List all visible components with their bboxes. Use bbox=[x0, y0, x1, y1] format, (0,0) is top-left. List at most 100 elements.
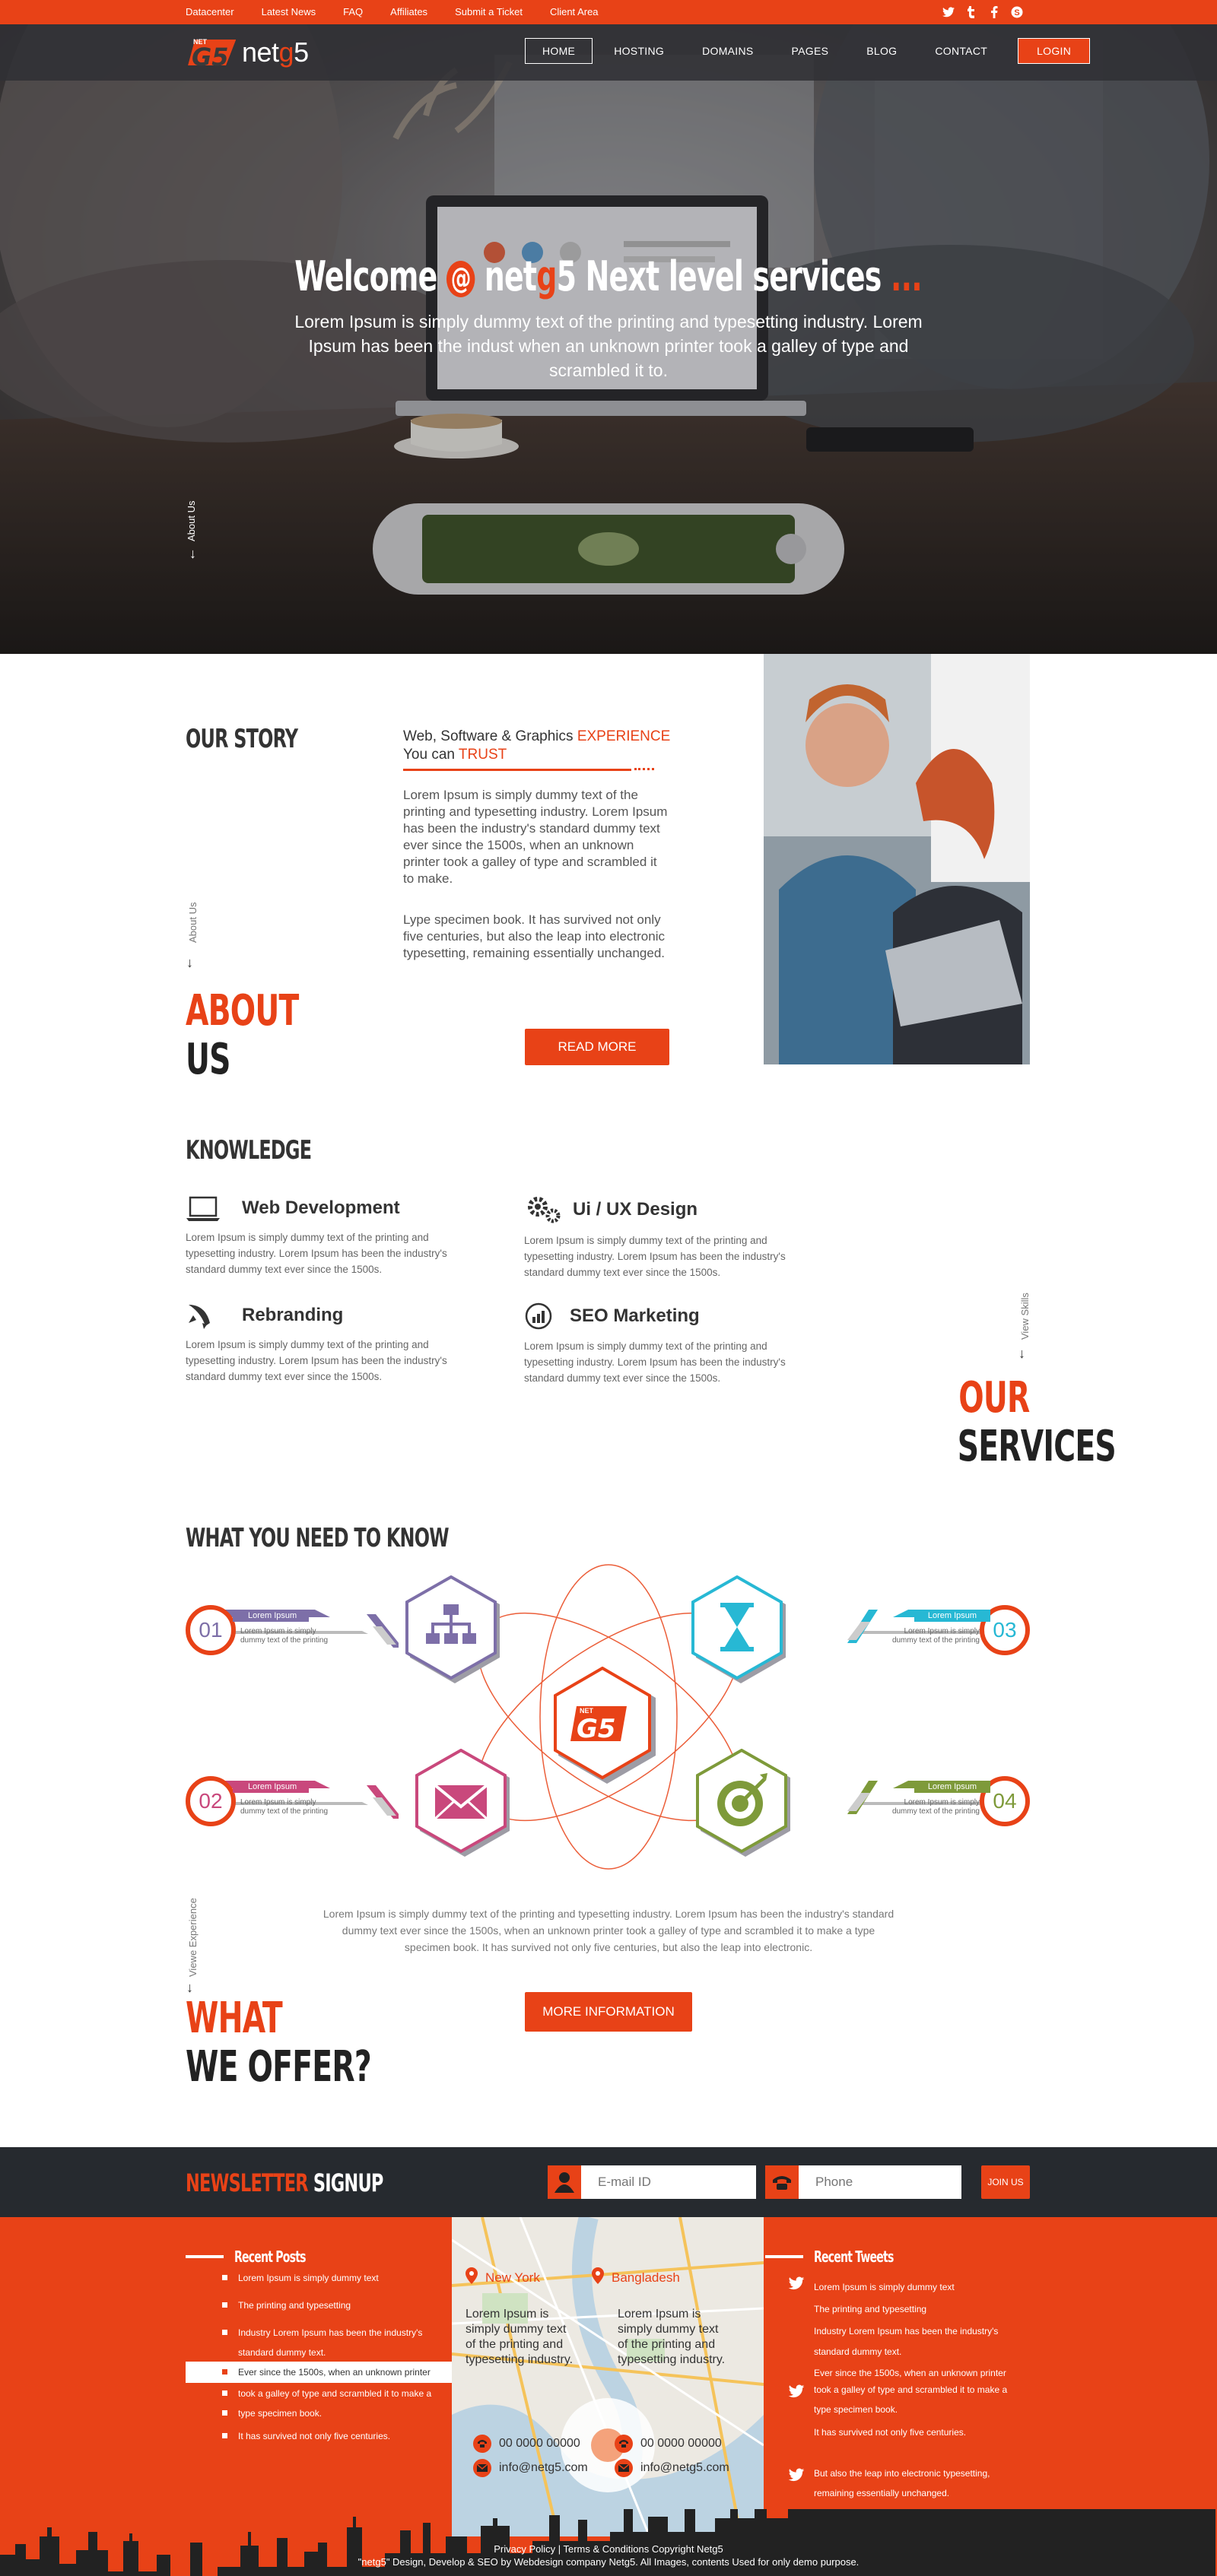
recent-posts-heading: Recent Posts bbox=[186, 2248, 326, 2266]
nav-pages[interactable]: PAGES bbox=[775, 38, 846, 64]
nav-blog[interactable]: BLOG bbox=[850, 38, 914, 64]
hex-hourglass[interactable] bbox=[691, 1575, 790, 1686]
hex-envelope[interactable] bbox=[415, 1748, 514, 1860]
tweet-line: It has survived not only five centuries. bbox=[814, 2427, 967, 2438]
knowledge-item-header: Rebranding bbox=[186, 1302, 452, 1329]
nav-hosting[interactable]: HOSTING bbox=[597, 38, 681, 64]
tumblr-icon[interactable] bbox=[964, 5, 978, 19]
twitter-icon[interactable] bbox=[942, 5, 955, 19]
tweet-text: Lorem Ipsum is simply dummy text The pri… bbox=[788, 2275, 1031, 2386]
map-pin-icon bbox=[466, 2267, 478, 2288]
post-item[interactable]: The printing and typesetting bbox=[186, 2290, 452, 2317]
offer-heading-text: WHAT YOU NEED TO KNOW bbox=[186, 1523, 450, 1553]
hero-title-dots: ... bbox=[891, 252, 923, 300]
copyright: Privacy Policy | Terms & Conditions Copy… bbox=[0, 2543, 1217, 2568]
recent-tweets-heading: Recent Tweets bbox=[765, 2248, 916, 2266]
logo[interactable]: NET G5 netg5 bbox=[186, 33, 309, 71]
ny-email-text: info@netg5.com bbox=[499, 2461, 588, 2474]
email-field-group bbox=[548, 2165, 756, 2199]
tweet-line: Industry Lorem Ipsum has been the indust… bbox=[814, 2326, 999, 2336]
logo-text: netg5 bbox=[242, 36, 309, 68]
offer-big-a: WHAT bbox=[186, 1994, 283, 2043]
logo-text-highlight: g bbox=[278, 36, 294, 68]
feature-badge-03[interactable]: 03 Lorem Ipsum Lorem Ipsum is simply dum… bbox=[847, 1605, 1030, 1658]
badge-label: Lorem Ipsum bbox=[233, 1781, 309, 1793]
badge-label: Lorem Ipsum bbox=[914, 1610, 990, 1622]
read-more-button[interactable]: READ MORE bbox=[525, 1029, 669, 1065]
seo-chart-icon bbox=[525, 1302, 552, 1330]
main-nav: NET G5 netg5 HOME HOSTING DOMAINS PAGES … bbox=[0, 24, 1217, 81]
contact-map[interactable]: New York Lorem Ipsum is simply dummy tex… bbox=[452, 2217, 764, 2536]
hero-title-brand: net bbox=[485, 252, 537, 300]
top-link-latest-news[interactable]: Latest News bbox=[262, 6, 316, 17]
hex-sitemap[interactable] bbox=[405, 1575, 504, 1686]
story-side-label: About Us bbox=[187, 902, 199, 943]
top-link-affiliates[interactable]: Affiliates bbox=[390, 6, 427, 17]
hex-target[interactable] bbox=[696, 1748, 795, 1860]
feature-badge-04[interactable]: 04 Lorem Ipsum Lorem Ipsum is simply dum… bbox=[847, 1776, 1030, 1829]
post-item[interactable]: Lorem Ipsum is simply dummy text bbox=[186, 2266, 452, 2290]
arrow-down-icon: ↓ bbox=[189, 546, 196, 561]
story-heading-text: OUR STORY bbox=[186, 724, 298, 754]
top-link-faq[interactable]: FAQ bbox=[343, 6, 363, 17]
newsletter-title: NEWSLETTER SIGNUP bbox=[186, 2168, 439, 2197]
tweet-item[interactable]: But also the leap into electronic typese… bbox=[788, 2462, 1031, 2501]
twitter-bird-icon bbox=[788, 2276, 805, 2294]
badge-number: 01 bbox=[186, 1605, 236, 1655]
hero-title-rest: 5 Next level services bbox=[557, 252, 882, 300]
g5-logo-icon: NETG5 bbox=[570, 1706, 627, 1744]
skills-side-label-wrap[interactable]: View Skills ↓ bbox=[1018, 1293, 1066, 1361]
copyright-links[interactable]: Privacy Policy | Terms & Conditions Copy… bbox=[0, 2543, 1217, 2555]
footer: Recent Posts Lorem Ipsum is simply dummy… bbox=[0, 2217, 1217, 2576]
newsletter-title-b: SIGNUP bbox=[307, 2168, 384, 2197]
top-link-datacenter[interactable]: Datacenter bbox=[186, 6, 234, 17]
top-link-submit-ticket[interactable]: Submit a Ticket bbox=[455, 6, 523, 17]
post-item-active[interactable]: Ever since the 1500s, when an unknown pr… bbox=[186, 2362, 452, 2383]
nav-home[interactable]: HOME bbox=[525, 38, 593, 64]
offer-side-label-wrap[interactable]: Viewe Experience ↓ bbox=[186, 1898, 266, 1995]
story-side-label-wrap[interactable]: About Us ↓ bbox=[186, 903, 227, 970]
knowledge-item: Web Development Lorem Ipsum is simply du… bbox=[186, 1194, 452, 1277]
envelope-icon bbox=[434, 1784, 488, 1820]
nav-menu: HOME HOSTING DOMAINS PAGES BLOG CONTACT … bbox=[520, 38, 1091, 64]
knowledge-item-text: Lorem Ipsum is simply dummy text of the … bbox=[186, 1232, 447, 1275]
top-link-client-area[interactable]: Client Area bbox=[550, 6, 599, 17]
ny-email[interactable]: info@netg5.com bbox=[473, 2459, 588, 2477]
phone-input[interactable] bbox=[799, 2165, 961, 2199]
post-item[interactable]: It has survived not only five centuries. bbox=[186, 2425, 452, 2448]
story-tag-a: Web, Software & Graphics bbox=[403, 728, 577, 744]
knowledge-item-header: Ui / UX Design bbox=[524, 1194, 790, 1225]
social-links: S bbox=[942, 5, 1024, 19]
logo-text-prefix: net bbox=[242, 36, 279, 68]
post-item[interactable]: standard dummy text. bbox=[186, 2345, 452, 2362]
email-input[interactable] bbox=[581, 2165, 756, 2199]
offer-side-label: Viewe Experience bbox=[187, 1898, 199, 1977]
hero-title-brand-g: g bbox=[536, 252, 558, 300]
skype-icon[interactable]: S bbox=[1010, 5, 1024, 19]
about-big-b: US bbox=[186, 1035, 230, 1084]
post-item[interactable]: took a galley of type and scrambled it t… bbox=[186, 2383, 452, 2406]
facebook-icon[interactable] bbox=[987, 5, 1001, 19]
knowledge-heading-text: KNOWLEDGE bbox=[186, 1135, 312, 1166]
tweet-item[interactable]: took a galley of type and scrambled it t… bbox=[788, 2378, 1031, 2447]
hero-title: Welcome @ netg5 Next level services ... bbox=[0, 252, 1217, 300]
login-button[interactable]: LOGIN bbox=[1018, 38, 1091, 64]
join-us-button[interactable]: JOIN US bbox=[981, 2165, 1030, 2199]
knowledge-item-header: SEO Marketing bbox=[524, 1302, 790, 1331]
badge-desc: Lorem Ipsum is simply dummy text of the … bbox=[240, 1627, 329, 1645]
tweet-item[interactable]: Lorem Ipsum is simply dummy text The pri… bbox=[788, 2275, 1031, 2386]
about-us-big-title: ABOUT US bbox=[186, 990, 330, 1090]
map-pin-icon bbox=[592, 2267, 604, 2288]
hero-side-label-wrap[interactable]: About Us ↓ bbox=[186, 501, 226, 561]
knowledge-item: Rebranding Lorem Ipsum is simply dummy t… bbox=[186, 1302, 452, 1385]
newsletter-bar: NEWSLETTER SIGNUP JOIN US bbox=[0, 2147, 1217, 2217]
knowledge-item-text: Lorem Ipsum is simply dummy text of the … bbox=[524, 1235, 786, 1278]
nav-domains[interactable]: DOMAINS bbox=[685, 38, 770, 64]
nav-contact[interactable]: CONTACT bbox=[918, 38, 1004, 64]
arrow-down-icon: ↓ bbox=[1018, 1346, 1025, 1361]
bd-email[interactable]: info@netg5.com bbox=[615, 2459, 729, 2477]
post-item[interactable]: Industry Lorem Ipsum has been the indust… bbox=[186, 2317, 452, 2345]
post-item[interactable]: type specimen book. bbox=[186, 2406, 452, 2425]
story-tag-c: You can bbox=[403, 747, 459, 763]
more-information-button[interactable]: MORE INFORMATION bbox=[525, 1992, 692, 2032]
